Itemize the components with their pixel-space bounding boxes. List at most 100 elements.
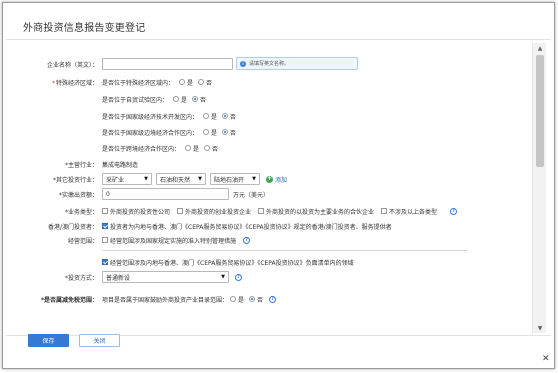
required-marker: * xyxy=(51,79,55,87)
radio-icon xyxy=(203,113,210,119)
hint-text: 请填写英文名称。 xyxy=(249,61,290,67)
special-zone-q4-no[interactable]: 否 xyxy=(222,128,236,137)
radio-label: 是 xyxy=(181,96,188,104)
main-industry-value: 集成电路制造 xyxy=(102,161,139,169)
hk-macau-label: 香港/澳门投资者： xyxy=(47,223,98,231)
form-content: 企业名称（英文）： *特殊经济区域： 是否位于特殊经济区域内： 是 否 是否位于… xyxy=(3,40,531,334)
scope-divider xyxy=(102,250,467,251)
special-zone-q1-yes[interactable]: 是 xyxy=(179,78,193,87)
special-zone-q2-yes[interactable]: 是 xyxy=(173,95,187,104)
radio-selected-icon xyxy=(249,296,256,302)
change-registration-dialog: 外商投资信息报告变更登记 企业名称（英文）： *特殊经济区域： 是否位于特殊经济… xyxy=(2,2,555,369)
scope-option-1[interactable]: 经营范围涉及国家规定实施的准入特别管理措施 xyxy=(102,236,236,245)
help-icon[interactable]: ? xyxy=(269,295,277,303)
radio-label: 否 xyxy=(230,113,237,121)
help-icon[interactable]: ? xyxy=(243,236,251,244)
select-value: 普通新设 xyxy=(106,274,131,282)
industry-select-1[interactable]: 采矿业 ▼ xyxy=(102,173,152,185)
scroll-thumb[interactable] xyxy=(536,55,544,167)
special-zone-q1: 是否位于特殊经济区域内： 是 否 xyxy=(102,78,212,87)
option-label: 不涉及以上各类型 xyxy=(389,208,438,216)
checkbox-icon xyxy=(381,208,388,214)
option-label: 经营范围涉及内地与香港、澳门《CEPA服务贸易协议》《CEPA投资协议》负面清单… xyxy=(110,259,354,267)
business-type-option-2[interactable]: 外商投资的创业投资企业 xyxy=(177,207,251,216)
checkbox-checked-icon xyxy=(102,259,108,265)
radio-icon xyxy=(173,96,180,102)
scroll-up-arrow-icon[interactable]: ▲ xyxy=(533,43,547,53)
special-zone-q5-text: 是否位于跨境经济合作区内： xyxy=(102,145,181,153)
invest-method-label: *投资方式： xyxy=(64,274,98,282)
vertical-scrollbar[interactable]: ▲ ▼ xyxy=(532,43,546,333)
special-zone-q3-no[interactable]: 否 xyxy=(222,112,236,121)
radio-label: 是 xyxy=(187,79,194,87)
company-name-label: 企业名称（英文）： xyxy=(46,61,98,69)
special-zone-q5-yes[interactable]: 是 xyxy=(185,144,199,153)
radio-label: 否 xyxy=(212,145,219,153)
tax-exempt-no[interactable]: 否 xyxy=(249,295,263,304)
business-type-option-1[interactable]: 外商投资的投资性公司 xyxy=(102,207,170,216)
scope-label: 经营范围： xyxy=(67,237,98,245)
special-zone-q4: 是否位于国家级边境经济合作区内： 是 否 xyxy=(102,128,236,137)
close-button[interactable]: 关闭 xyxy=(79,334,120,347)
tax-exempt-yes[interactable]: 是 xyxy=(230,295,244,304)
info-icon: i xyxy=(240,60,246,67)
special-zone-q5: 是否位于跨境经济合作区内： 是 否 xyxy=(102,144,218,153)
business-type-label: *业务类型： xyxy=(64,208,98,216)
option-label: 外商投资的投资性公司 xyxy=(110,208,171,216)
radio-icon xyxy=(204,145,211,151)
special-zone-q2-text: 是否位于自贸试验区内： xyxy=(102,96,169,104)
hk-macau-checkbox[interactable]: 投资者为内地与香港、澳门《CEPA服务贸易协议》《CEPA投资协议》规定的香港/… xyxy=(102,222,392,231)
radio-label: 否 xyxy=(200,96,207,104)
special-zone-q1-no[interactable]: 否 xyxy=(198,78,212,87)
plus-icon: + xyxy=(266,175,273,183)
industry-select-3[interactable]: 陆地石油开 ▼ xyxy=(210,173,260,185)
radio-icon xyxy=(198,79,205,85)
paid-capital-input[interactable]: 0 xyxy=(102,188,229,200)
radio-icon xyxy=(179,79,186,85)
special-zone-q1-text: 是否位于特殊经济区域内： xyxy=(102,79,175,87)
checkbox-icon xyxy=(258,208,265,214)
option-label: 经营范围涉及国家规定实施的准入特别管理措施 xyxy=(110,237,237,245)
dropdown-caret-icon: ▼ xyxy=(252,176,256,182)
radio-icon xyxy=(185,145,192,151)
dropdown-caret-icon: ▼ xyxy=(221,274,225,280)
business-type-option-3[interactable]: 外商投资的以投资为主要业务的合伙企业 xyxy=(258,207,374,216)
option-label: 外商投资的以投资为主要业务的合伙企业 xyxy=(266,208,375,216)
add-industry-button[interactable]: + 添加 xyxy=(266,175,287,184)
business-type-option-4[interactable]: 不涉及以上各类型 xyxy=(381,207,437,216)
radio-label: 否 xyxy=(230,129,237,137)
main-industry-label: *主营行业： xyxy=(64,161,98,169)
dialog-title: 外商投资信息报告变更登记 xyxy=(23,23,146,34)
option-label: 外商投资的创业投资企业 xyxy=(185,208,252,216)
dropdown-caret-icon: ▼ xyxy=(144,176,148,182)
scroll-down-arrow-icon[interactable]: ▼ xyxy=(533,323,547,333)
special-zone-q4-yes[interactable]: 是 xyxy=(203,128,217,137)
radio-label: 是 xyxy=(211,129,218,137)
tax-exempt-label: *是否属减免税范围： xyxy=(40,296,98,304)
paid-capital-unit: 万元（美元） xyxy=(233,191,270,199)
radio-label: 否 xyxy=(206,79,213,87)
special-zone-q3-yes[interactable]: 是 xyxy=(203,112,217,121)
special-zone-q3: 是否位于国家级经济技术开发区内： 是 否 xyxy=(102,112,236,121)
radio-selected-icon xyxy=(192,96,199,102)
radio-icon xyxy=(203,129,210,135)
checkbox-checked-icon xyxy=(102,223,108,229)
close-x-icon[interactable]: ✕ xyxy=(542,354,550,364)
radio-selected-icon xyxy=(222,113,229,119)
help-icon[interactable]: ? xyxy=(235,273,242,281)
help-icon[interactable]: ? xyxy=(450,207,458,215)
special-zone-q5-no[interactable]: 否 xyxy=(204,144,218,153)
radio-label: 是 xyxy=(238,296,245,304)
company-name-hint: i 请填写英文名称。 xyxy=(236,57,358,70)
invest-method-select[interactable]: 普通新设 ▼ xyxy=(102,271,229,283)
special-zone-q3-text: 是否位于国家级经济技术开发区内： xyxy=(102,113,199,121)
special-zone-q2-no[interactable]: 否 xyxy=(192,95,206,104)
scope-option-2[interactable]: 经营范围涉及内地与香港、澳门《CEPA服务贸易协议》《CEPA投资协议》负面清单… xyxy=(102,258,354,267)
tax-exempt-question: 项目是否属于国家鼓励外商投资产业目录范围： xyxy=(102,296,229,304)
industry-select-2[interactable]: 石油和天然 ▼ xyxy=(156,173,206,185)
select-value: 采矿业 xyxy=(106,176,125,184)
company-name-input[interactable] xyxy=(102,58,233,70)
special-zone-q4-text: 是否位于国家级边境经济合作区内： xyxy=(102,129,199,137)
other-industry-label: *其它投资行业： xyxy=(52,176,98,184)
save-button[interactable]: 保存 xyxy=(28,334,69,347)
